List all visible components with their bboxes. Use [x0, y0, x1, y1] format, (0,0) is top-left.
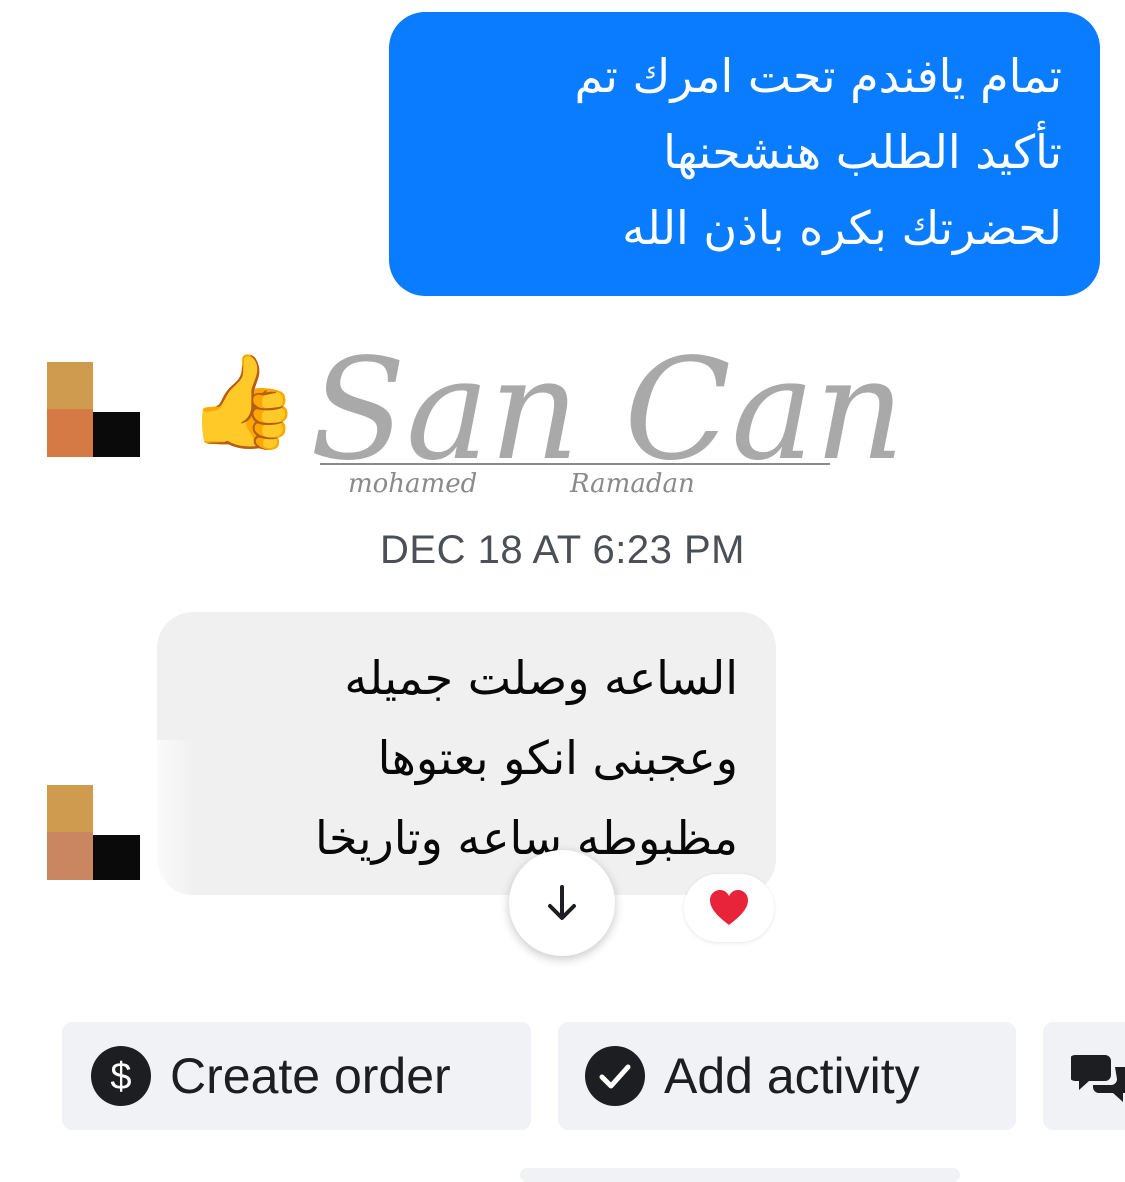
add-activity-label: Add activity: [664, 1048, 920, 1104]
dollar-icon: $: [91, 1046, 151, 1106]
watermark-subtitle-last: Ramadan: [569, 469, 695, 499]
more-actions-chip[interactable]: [1043, 1022, 1125, 1130]
svg-text:$: $: [110, 1056, 131, 1098]
watermark-name: San Can: [310, 329, 905, 492]
thumbs-up-icon[interactable]: 👍: [186, 342, 301, 462]
incoming-message-line: وعجبنى انكو بعتوها: [377, 731, 738, 785]
heart-icon: [710, 890, 748, 925]
incoming-message-line: مظبوطه ساعه وتاريخا: [315, 811, 738, 865]
scroll-to-bottom-button[interactable]: [509, 850, 615, 956]
arrow-down-icon: [548, 885, 576, 920]
incoming-message-line: الساعه وصلت جميله: [344, 651, 738, 705]
outgoing-message-line: تأكيد الطلب هنشحنها: [663, 125, 1062, 179]
outgoing-message-line: لحضرتك بكره باذن الله: [622, 201, 1062, 255]
bubble-edge-fade: [140, 740, 195, 900]
incoming-message-bubble[interactable]: الساعه وصلت جميله وعجبنى انكو بعتوها مظب…: [157, 612, 776, 895]
add-activity-button[interactable]: Add activity: [558, 1022, 1016, 1130]
watermark-subtitle-first: mohamed: [348, 469, 477, 499]
create-order-label: Create order: [170, 1048, 451, 1104]
check-circle-icon: [585, 1046, 645, 1106]
contact-avatar[interactable]: [47, 362, 142, 457]
chat-bubbles-icon: [1071, 1055, 1125, 1102]
contact-avatar[interactable]: [47, 785, 142, 880]
outgoing-message-bubble[interactable]: تمام يافندم تحت امرك تم تأكيد الطلب هنشح…: [389, 12, 1100, 296]
watermark-logo: San Can mohamed Ramadan: [310, 329, 905, 499]
message-reaction-badge[interactable]: [684, 874, 774, 942]
composer-edge: [520, 1168, 960, 1182]
create-order-button[interactable]: $ Create order: [62, 1022, 531, 1130]
message-timestamp: DEC 18 AT 6:23 PM: [380, 528, 745, 572]
outgoing-message-line: تمام يافندم تحت امرك تم: [574, 49, 1063, 103]
